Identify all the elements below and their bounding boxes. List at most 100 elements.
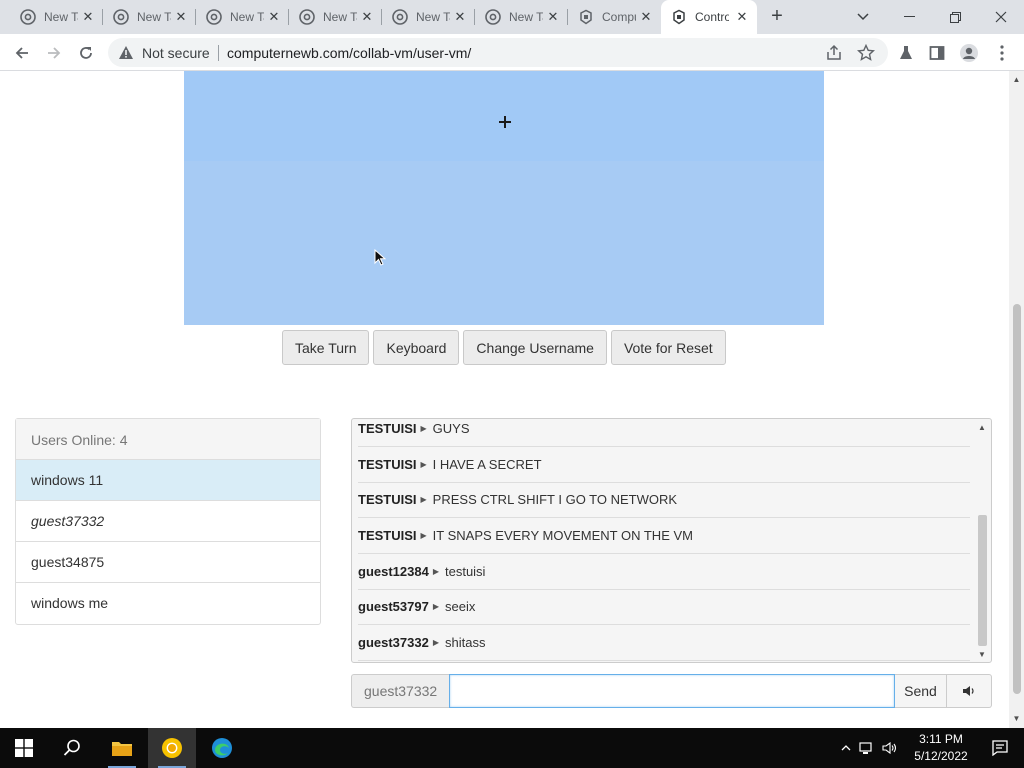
page-viewport: Take Turn Keyboard Change Username Vote …	[0, 71, 1009, 728]
share-icon[interactable]	[825, 44, 843, 62]
user-list-item[interactable]: windows 11	[16, 460, 320, 501]
close-tab-icon[interactable]: ✕	[360, 10, 374, 24]
browser-tab[interactable]: New Tab ✕	[196, 0, 289, 34]
windows-logo-icon	[15, 739, 33, 757]
page-scrollbar[interactable]: ▲ ▼	[1009, 71, 1024, 728]
scroll-down-icon[interactable]: ▼	[978, 650, 986, 659]
scroll-up-icon[interactable]: ▲	[978, 423, 986, 432]
tab-title: Control	[695, 10, 729, 24]
chat-arrow-icon: ▶	[420, 460, 427, 469]
chat-text: seeix	[444, 599, 476, 614]
edge-taskbar-button[interactable]	[198, 728, 246, 768]
file-explorer-button[interactable]	[98, 728, 146, 768]
notification-icon	[992, 740, 1008, 756]
browser-tab[interactable]: New Tab ✕	[103, 0, 196, 34]
browser-tab[interactable]: New Tab ✕	[382, 0, 475, 34]
address-bar[interactable]: Not secure computernewb.com/collab-vm/us…	[108, 38, 888, 67]
reload-button[interactable]	[73, 40, 99, 66]
chrome-taskbar-button[interactable]	[148, 728, 196, 768]
close-tab-icon[interactable]: ✕	[174, 10, 188, 24]
new-tab-button[interactable]: +	[766, 6, 788, 28]
keyboard-button[interactable]: Keyboard	[373, 330, 460, 365]
scroll-down-icon[interactable]: ▼	[1012, 714, 1021, 723]
system-tray	[838, 728, 900, 768]
chat-scroll-thumb[interactable]	[978, 515, 987, 646]
sound-toggle-button[interactable]	[947, 674, 992, 708]
take-turn-button[interactable]: Take Turn	[282, 330, 370, 365]
browser-toolbar: Not secure computernewb.com/collab-vm/us…	[0, 34, 1024, 71]
side-panel-icon[interactable]	[927, 43, 947, 63]
browser-tabstrip: New Tab ✕ New Tab ✕ New Tab ✕ New Tab ✕ …	[0, 0, 1024, 34]
browser-tab[interactable]: New Tab ✕	[10, 0, 103, 34]
browser-tab[interactable]: New Tab ✕	[289, 0, 382, 34]
menu-kebab-icon[interactable]	[992, 43, 1012, 63]
collabvm-icon	[671, 9, 687, 25]
vote-for-reset-button[interactable]: Vote for Reset	[610, 330, 726, 365]
profile-avatar-icon[interactable]	[959, 43, 979, 63]
chat-username: guest53797	[358, 599, 429, 614]
search-icon	[63, 739, 80, 756]
chat-message: guest37332 ▶ shitass	[358, 625, 970, 661]
chat-text: IT SNAPS EVERY MOVEMENT ON THE VM	[432, 528, 693, 543]
chevron-down-icon	[857, 13, 869, 21]
close-tab-icon[interactable]: ✕	[453, 10, 467, 24]
start-button[interactable]	[0, 728, 48, 768]
chat-arrow-icon: ▶	[420, 424, 427, 433]
volume-icon[interactable]	[878, 742, 900, 754]
chat-panel[interactable]: TESTUISI ▶ GUYS TESTUISI ▶ I HAVE A SECRET T…	[351, 418, 992, 663]
warning-icon[interactable]	[118, 45, 134, 65]
url-text[interactable]: computernewb.com/collab-vm/user-vm/	[227, 45, 471, 61]
star-icon[interactable]	[856, 43, 876, 62]
tab-title: New Tab	[509, 10, 543, 24]
notification-center-button[interactable]	[976, 728, 1024, 768]
close-window-button[interactable]	[978, 0, 1024, 34]
user-list-item[interactable]: windows me	[16, 583, 320, 624]
chat-scrollbar[interactable]: ▲ ▼	[975, 419, 991, 662]
tab-title: New Tab	[137, 10, 171, 24]
security-label[interactable]: Not secure	[142, 45, 210, 61]
close-tab-icon[interactable]: ✕	[267, 10, 281, 24]
chat-arrow-icon: ▶	[432, 638, 439, 647]
user-list-item[interactable]: guest34875	[16, 542, 320, 583]
chrome-icon	[20, 9, 36, 25]
send-button[interactable]: Send	[895, 674, 947, 708]
browser-tab[interactable]: New Tab ✕	[475, 0, 568, 34]
close-tab-icon[interactable]: ✕	[81, 10, 95, 24]
tab-title: Computernewb	[602, 10, 636, 24]
chrome-icon	[299, 9, 315, 25]
chat-message: TESTUISI ▶ IT SNAPS EVERY MOVEMENT ON THE …	[358, 518, 970, 554]
restore-button[interactable]	[932, 0, 978, 34]
browser-tab-active[interactable]: Control ✕	[661, 0, 757, 34]
search-button[interactable]	[48, 728, 96, 768]
vm-control-buttons: Take Turn Keyboard Change Username Vote …	[282, 330, 730, 365]
labs-flask-icon[interactable]	[896, 43, 916, 63]
clock-date: 5/12/2022	[914, 749, 968, 763]
page-scroll-thumb[interactable]	[1013, 304, 1021, 694]
chat-message-input[interactable]	[449, 674, 895, 708]
close-tab-icon[interactable]: ✕	[735, 10, 749, 24]
windows-taskbar: 3:11 PM 5/12/2022	[0, 728, 1024, 768]
chrome-icon	[485, 9, 501, 25]
tab-title: New Tab	[323, 10, 357, 24]
back-button[interactable]	[9, 40, 35, 66]
vm-display[interactable]	[184, 71, 824, 325]
chat-text: testuisi	[444, 564, 486, 579]
change-username-button[interactable]: Change Username	[463, 330, 607, 365]
browser-tab[interactable]: Computernewb ✕	[568, 0, 661, 34]
chat-username: guest37332	[358, 635, 429, 650]
close-tab-icon[interactable]: ✕	[639, 10, 653, 24]
forward-button[interactable]	[41, 40, 67, 66]
minimize-button[interactable]	[886, 0, 932, 34]
scroll-up-icon[interactable]: ▲	[1012, 75, 1021, 84]
taskbar-clock[interactable]: 3:11 PM 5/12/2022	[912, 731, 970, 765]
tab-title: New Tab	[44, 10, 78, 24]
close-tab-icon[interactable]: ✕	[546, 10, 560, 24]
show-hidden-icons-icon[interactable]	[838, 745, 854, 751]
chat-arrow-icon: ▶	[420, 531, 427, 540]
chat-username: TESTUISI	[358, 528, 417, 543]
collabvm-icon	[578, 9, 594, 25]
user-list-item[interactable]: guest37332	[16, 501, 320, 542]
tab-search-button[interactable]	[840, 0, 886, 34]
network-icon[interactable]	[854, 741, 878, 755]
chat-text: I HAVE A SECRET	[432, 457, 542, 472]
